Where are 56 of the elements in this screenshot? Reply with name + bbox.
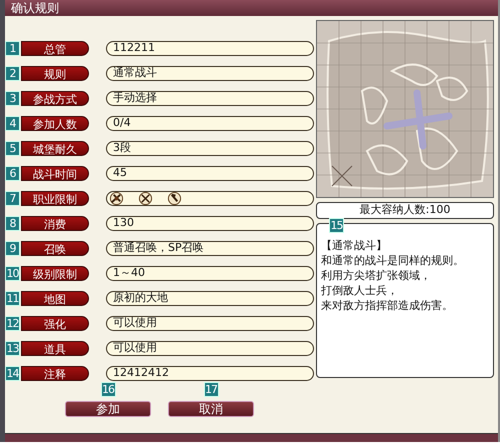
- window-title: 确认规则: [5, 0, 498, 16]
- field-label: 注释: [21, 366, 89, 381]
- number-badge: 14: [5, 366, 20, 381]
- value-field: 0/4: [106, 116, 314, 131]
- crossed-swords-icon: [138, 191, 153, 206]
- field-label: 规则: [21, 66, 89, 81]
- value-field: 12412412: [106, 366, 314, 381]
- number-badge: 8: [5, 216, 20, 231]
- capacity-label: 最大容纳人数:100: [316, 202, 494, 219]
- description-text: 和通常的战斗是同样的规则。: [321, 253, 465, 268]
- value-field: 普通召唤，SP召唤: [106, 241, 314, 256]
- description-text: 打倒敌人士兵，: [321, 283, 399, 298]
- number-badge: 15: [329, 218, 344, 233]
- number-badge: 11: [5, 291, 20, 306]
- value-field: 通常战斗: [106, 66, 314, 81]
- description-text: 利用方尖塔扩张领域，: [321, 268, 432, 283]
- number-badge: 4: [5, 116, 20, 131]
- field-label: 道具: [21, 341, 89, 356]
- number-badge: 7: [5, 191, 20, 206]
- number-badge: 10: [5, 266, 20, 281]
- cancel-button[interactable]: 取消: [168, 401, 254, 417]
- value-field: 130: [106, 216, 314, 231]
- value-field: 可以使用: [106, 341, 314, 356]
- number-badge: 17: [204, 382, 218, 397]
- field-label: 参战方式: [21, 91, 89, 106]
- join-button[interactable]: 参加: [65, 401, 151, 417]
- value-field: 45: [106, 166, 314, 181]
- value-field: 1～40: [106, 266, 314, 281]
- field-label: 地图: [21, 291, 89, 306]
- field-label: 总管: [21, 41, 89, 56]
- field-label: 职业限制: [21, 191, 89, 206]
- number-badge: 1: [5, 41, 20, 56]
- crossed-weapons-icon: [109, 191, 124, 206]
- number-badge: 5: [5, 141, 20, 156]
- number-badge: 3: [5, 91, 20, 106]
- number-badge: 9: [5, 241, 20, 256]
- number-badge: 6: [5, 166, 20, 181]
- description-text: 来对敌方指挥部造成伤害。: [321, 298, 454, 313]
- number-badge: 2: [5, 66, 20, 81]
- number-badge: 12: [5, 316, 20, 331]
- value-field: 可以使用: [106, 316, 314, 331]
- number-badge: 16: [100, 382, 116, 397]
- field-label: 消费: [21, 216, 89, 231]
- staff-icon: [167, 191, 182, 206]
- field-label: 级别限制: [21, 266, 89, 281]
- field-label: 城堡耐久: [21, 141, 89, 156]
- value-field: 3段: [106, 141, 314, 156]
- value-field: 手动选择: [106, 91, 314, 106]
- field-label: 强化: [21, 316, 89, 331]
- number-badge: 13: [5, 341, 20, 356]
- field-label: 召唤: [21, 241, 89, 256]
- description-text: 【通常战斗】: [321, 238, 388, 253]
- field-label: 参加人数: [21, 116, 89, 131]
- value-field: 原初的大地: [106, 291, 314, 306]
- field-label: 战斗时间: [21, 166, 89, 181]
- value-field: 112211: [106, 41, 314, 56]
